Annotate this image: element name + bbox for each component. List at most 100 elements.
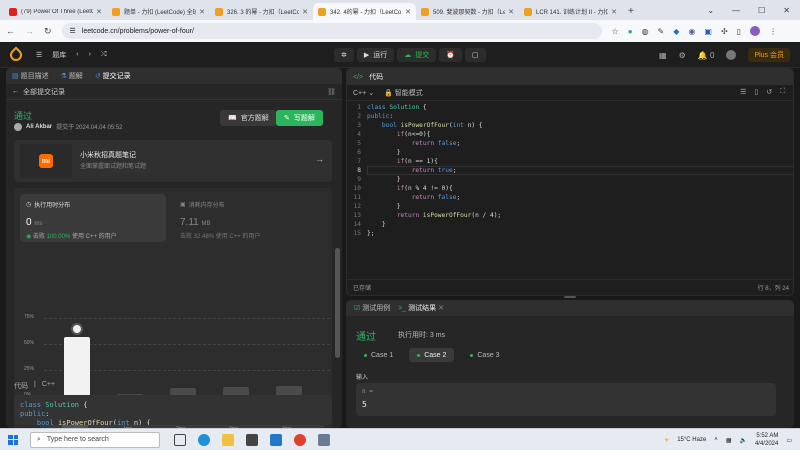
line-number: 13 <box>353 212 361 219</box>
browser-tab[interactable]: (79) Power Of Three (LeetC ✕ <box>4 3 107 20</box>
close-tab-icon[interactable]: ✕ <box>199 8 205 16</box>
url-input[interactable]: ☰ leetcode.cn/problems/power-of-four/ <box>61 23 602 39</box>
clock[interactable]: 5:52 AM 4/4/2024 <box>755 432 778 448</box>
notification-group[interactable]: 🔔 0 <box>698 51 715 60</box>
site-info-icon[interactable]: ☰ <box>70 27 76 35</box>
maximize-icon[interactable]: ☐ <box>758 6 765 15</box>
close-tab-icon[interactable]: ✕ <box>405 8 411 16</box>
file-explorer-icon[interactable] <box>222 433 234 446</box>
tab-test-result[interactable]: >_ 测试结果 ✕ <box>398 303 444 313</box>
close-tab-icon[interactable]: ✕ <box>508 8 514 16</box>
avatar[interactable] <box>750 26 761 36</box>
browser-tab[interactable]: 题单 - 力扣 (LeetCode) 全球 ✕ <box>107 3 210 20</box>
write-solution-button[interactable]: ✎ 写题解 <box>276 110 323 126</box>
new-tab-button[interactable]: + <box>628 3 634 20</box>
vscode-icon[interactable] <box>270 433 282 446</box>
photos-icon[interactable] <box>318 433 330 446</box>
language-select[interactable]: C++ ⌄ <box>353 89 374 97</box>
case-tab[interactable]: Case 3 <box>462 348 507 362</box>
minimize-icon[interactable]: — <box>732 6 740 15</box>
submission-back-row[interactable]: ← 全部提交记录 ⛓ <box>6 84 342 100</box>
code-text: return false; <box>411 140 461 147</box>
promo-title: 小米秋招真题笔记 <box>80 152 136 159</box>
notes-button[interactable]: ▢ <box>464 48 486 62</box>
code-editor[interactable]: 1 class Solution {2 public: 3 bool isPowerO… <box>347 103 793 273</box>
smart-mode-toggle[interactable]: 🔒 智能模式 <box>384 88 423 98</box>
reload-icon[interactable]: ↻ <box>44 26 52 37</box>
tab-code[interactable]: 代码 <box>369 72 383 82</box>
menu-icon[interactable]: ⋮ <box>769 27 777 36</box>
official-solution-button[interactable]: 📖 官方题解 <box>220 110 277 126</box>
browser-tab[interactable]: 509. 斐波那契数 - 力扣（Le ✕ <box>416 3 519 20</box>
avatar[interactable] <box>726 50 737 60</box>
timer-button[interactable]: ⏰ <box>439 48 462 62</box>
browser-tab[interactable]: LCR 141. 训练计划 II - 力扣 ✕ <box>519 3 622 20</box>
tab-submissions[interactable]: ↺ 提交记录 <box>95 71 131 81</box>
debug-button[interactable]: ✲ <box>334 48 354 62</box>
star-icon[interactable]: ☆ <box>612 27 619 36</box>
next-problem-icon[interactable]: › <box>89 51 91 58</box>
extension-icon[interactable]: ◆ <box>673 27 679 36</box>
plus-member-button[interactable]: Plus 会员 <box>748 48 790 62</box>
leetcode-logo-icon[interactable] <box>7 46 25 63</box>
store-icon[interactable] <box>246 433 258 446</box>
forward-icon[interactable]: → <box>25 26 34 36</box>
author-name[interactable]: Ali Akbar <box>26 124 52 130</box>
memory-unit: MB <box>201 221 211 227</box>
browser-tab[interactable]: 342. 4的幂 - 力扣（LeetCo ✕ <box>313 3 416 20</box>
sidepanel-icon[interactable]: ▯ <box>737 27 741 36</box>
tab-testcase[interactable]: ☑ 测试用例 <box>354 303 390 313</box>
submit-button[interactable]: ☁ 提交 <box>397 48 437 62</box>
edge-icon[interactable] <box>198 433 210 446</box>
chevron-down-icon[interactable]: ⌄ <box>707 6 714 15</box>
chart-bar[interactable] <box>64 336 90 396</box>
back-icon[interactable]: ← <box>6 26 15 36</box>
fullscreen-icon[interactable]: ⛶ <box>780 88 785 96</box>
close-tab-icon[interactable]: ✕ <box>302 8 308 16</box>
link-icon[interactable]: ⛓ <box>327 88 336 96</box>
extension-icon[interactable]: ◉ <box>688 27 695 36</box>
problem-list-link[interactable]: 题库 <box>52 50 66 60</box>
reset-icon[interactable]: ↺ <box>766 88 772 96</box>
close-icon[interactable]: ✕ <box>783 6 790 15</box>
runtime-card[interactable]: ◷ 执行用时分布 0 ms ◉ 击败 100.00% 使用 C++ 的用户 <box>20 194 166 242</box>
notification-center-icon[interactable]: ▭ <box>786 437 792 444</box>
run-button[interactable]: ▶ 运行 <box>356 48 395 62</box>
promo-banner[interactable]: mi 小米秋招真题笔记 全面掌握面试题和笔试题 → <box>14 140 332 182</box>
tab-solutions[interactable]: ⚗ 题解 <box>61 71 83 81</box>
avatar[interactable] <box>14 122 22 131</box>
weather-text[interactable]: 15°C Haze <box>677 437 706 443</box>
prev-problem-icon[interactable]: ‹ <box>76 51 78 58</box>
chrome-icon[interactable] <box>294 433 306 446</box>
close-tab-icon[interactable]: ✕ <box>611 8 617 16</box>
taskbar-search[interactable]: ⌕ Type here to search <box>30 431 160 448</box>
list-icon[interactable]: ☰ <box>36 51 42 59</box>
memory-card[interactable]: ▣ 消耗内存分布 7.11 MB 击败 32.48% 使用 C++ 的用户 <box>174 194 320 242</box>
tab-title: 342. 4的幂 - 力扣（LeetCo <box>330 10 402 16</box>
input-label: 输入 <box>356 375 369 381</box>
pen-icon[interactable]: ✎ <box>658 27 665 36</box>
chevron-up-icon[interactable]: ˄ <box>714 437 718 443</box>
puzzle-icon[interactable]: ✣ <box>721 27 728 36</box>
history-icon: ↺ <box>94 73 101 80</box>
extension-icon[interactable]: ▣ <box>704 27 712 36</box>
volume-icon[interactable]: 🔈 <box>739 437 746 444</box>
windows-start-icon[interactable] <box>8 434 18 445</box>
case-tab[interactable]: Case 2 <box>409 348 455 362</box>
close-tab-icon[interactable]: ✕ <box>96 8 102 16</box>
case-tab[interactable]: Case 1 <box>356 348 401 362</box>
network-icon[interactable]: ▦ <box>726 437 732 444</box>
extension-icon[interactable]: ● <box>628 27 633 36</box>
close-icon[interactable]: ✕ <box>438 305 444 312</box>
browser-tab[interactable]: 326. 3 的幂 - 力扣（LeetCo ✕ <box>210 3 313 20</box>
memory-value: 7.11 <box>180 217 199 228</box>
extension-icon[interactable]: ◍ <box>642 27 649 36</box>
layout-icon[interactable]: ▦ <box>659 51 667 60</box>
format-icon[interactable]: ☰ <box>740 88 746 96</box>
bookmark-icon[interactable]: ▯ <box>754 88 758 96</box>
scrollbar[interactable] <box>335 248 340 358</box>
tab-description[interactable]: ▤ 题目描述 <box>12 71 49 81</box>
task-view-icon[interactable] <box>174 433 186 446</box>
settings-icon[interactable]: ⚙ <box>679 51 686 60</box>
shuffle-icon[interactable]: ⤮ <box>101 51 107 59</box>
